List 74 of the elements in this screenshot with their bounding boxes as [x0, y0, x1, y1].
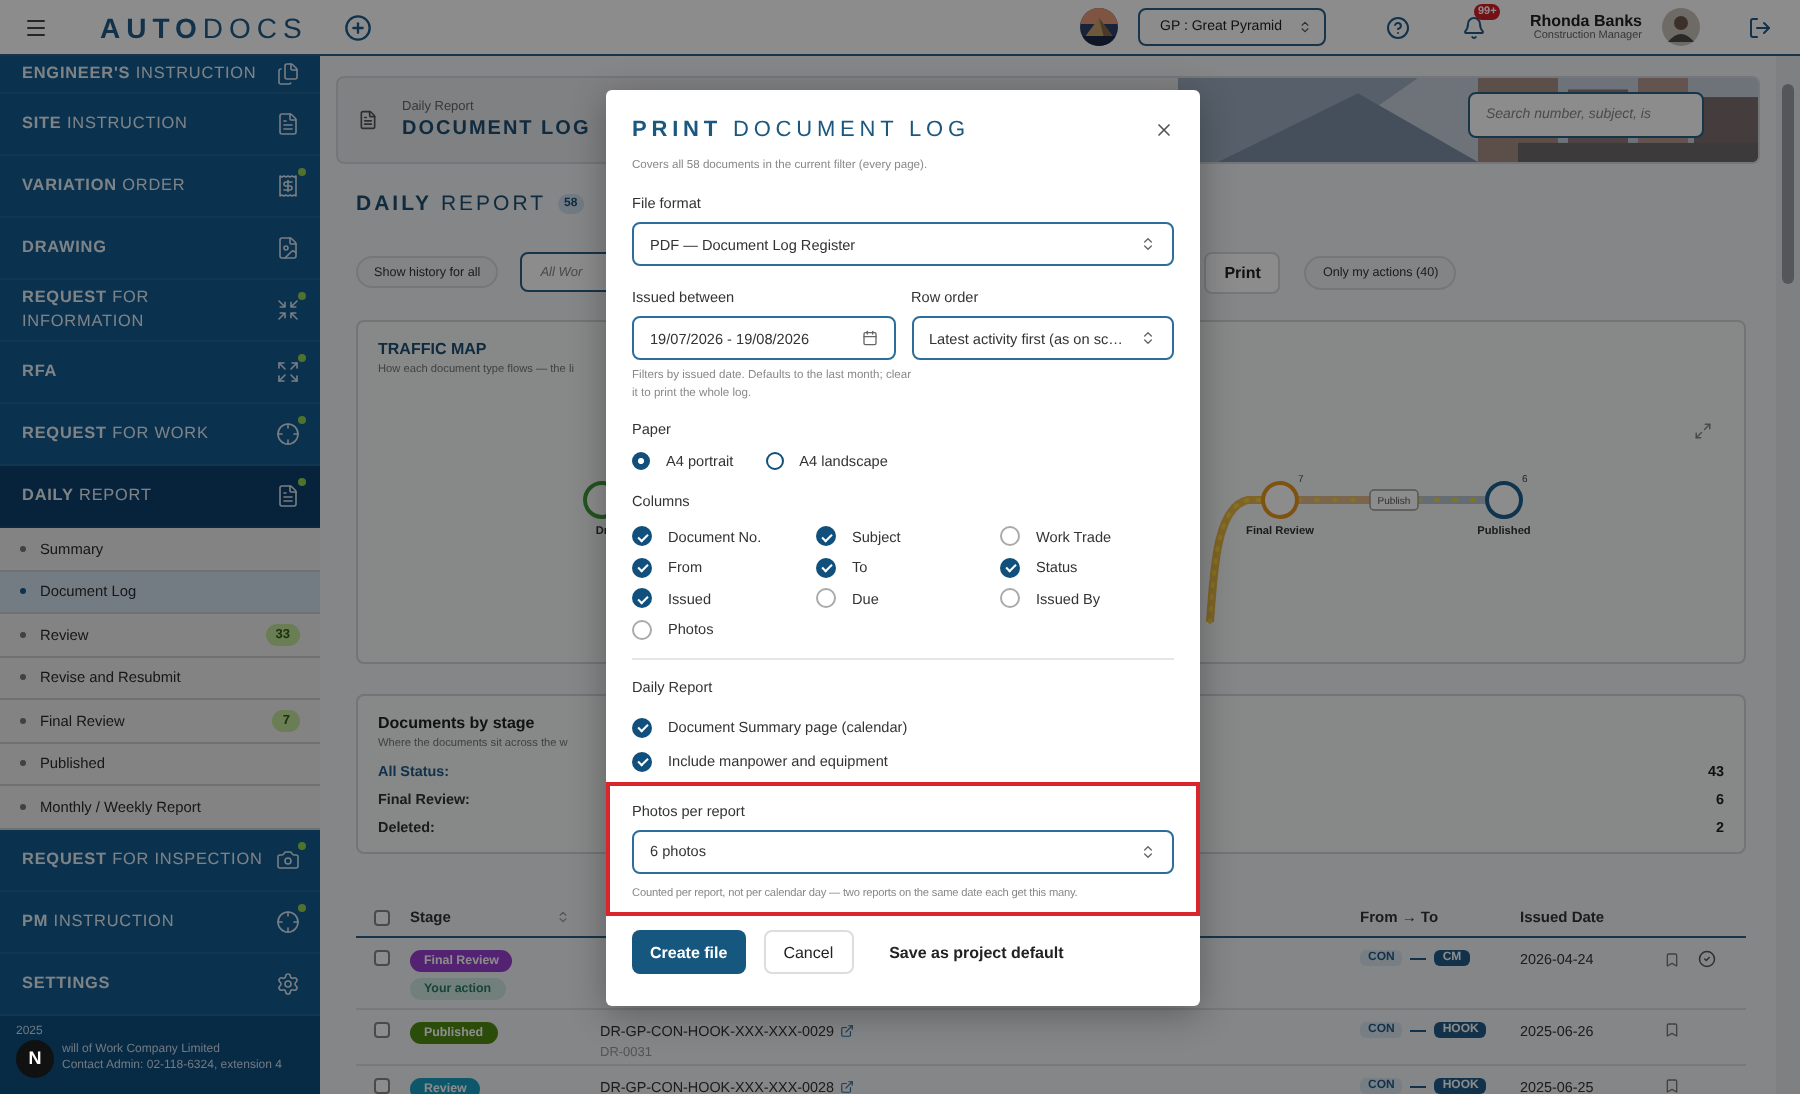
crosshair-icon	[276, 422, 300, 446]
bell-icon[interactable]	[1461, 15, 1486, 39]
page-heading: DOCUMENT LOG	[402, 118, 591, 140]
external-link-icon[interactable]	[840, 1080, 855, 1094]
row-checkbox[interactable]	[374, 950, 390, 966]
save-default-button[interactable]: Save as project default	[871, 930, 1082, 975]
checkbox[interactable]	[816, 526, 836, 547]
checkbox[interactable]	[816, 557, 836, 578]
calendar-icon[interactable]	[861, 330, 877, 346]
chevrons-icon	[1140, 236, 1156, 252]
checkbox[interactable]	[1000, 557, 1020, 578]
sidebar-item[interactable]: ENGINEER'S INSTRUCTION	[0, 56, 320, 94]
radio-button[interactable]	[765, 452, 784, 471]
document-icon	[358, 110, 378, 130]
card-title: Documents by stage	[378, 714, 535, 732]
route-line	[1296, 496, 1372, 504]
user-name: Rhonda Banks	[1529, 12, 1642, 30]
close-icon[interactable]	[1154, 120, 1174, 140]
cancel-button[interactable]: Cancel	[763, 930, 854, 975]
section-title: DAILY REPORT	[356, 192, 547, 216]
select-all-checkbox[interactable]	[374, 909, 390, 925]
check-circle-icon[interactable]	[1698, 950, 1716, 968]
chevrons-icon	[1297, 20, 1312, 34]
row-checkbox[interactable]	[374, 1022, 390, 1038]
checkbox[interactable]	[816, 588, 836, 609]
sidebar-item[interactable]: REQUEST FOR INFORMATION	[0, 280, 320, 342]
checkbox[interactable]	[632, 557, 652, 578]
expand-arrows-icon	[276, 360, 300, 384]
bookmark-icon[interactable]	[1664, 951, 1680, 967]
bookmark-icon[interactable]	[1664, 1022, 1680, 1038]
card-title: TRAFFIC MAP	[378, 340, 487, 358]
checkbox[interactable]	[1000, 526, 1020, 547]
checkbox[interactable]	[1000, 588, 1020, 609]
sidebar-item[interactable]: SITE INSTRUCTION	[0, 94, 320, 156]
crosshair-icon	[276, 909, 300, 933]
sidebar-item[interactable]: PM INSTRUCTION	[0, 891, 320, 953]
create-file-button[interactable]: Create file	[632, 930, 746, 975]
stage-node	[1261, 481, 1299, 519]
radio-button[interactable]	[632, 452, 650, 471]
route-line	[1416, 496, 1488, 504]
expand-icon[interactable]	[1694, 422, 1712, 440]
sidebar-item[interactable]: RFA	[0, 342, 320, 404]
files-icon	[276, 62, 300, 86]
checkbox[interactable]	[632, 526, 652, 547]
menu-icon[interactable]	[24, 15, 48, 39]
checkbox[interactable]	[632, 751, 652, 772]
bookmark-icon[interactable]	[1664, 1078, 1680, 1094]
stage-node	[1485, 481, 1523, 519]
add-icon[interactable]	[343, 13, 372, 41]
chevrons-icon	[1140, 843, 1156, 860]
checkbox[interactable]	[632, 588, 652, 609]
dialog-title: PRINT DOCUMENT LOG	[632, 118, 970, 142]
image-file-icon	[276, 236, 300, 260]
camera-icon	[276, 847, 300, 871]
logout-icon[interactable]	[1748, 15, 1772, 39]
document-icon	[276, 484, 300, 508]
settings-icon	[276, 971, 300, 995]
avatar-icon	[1662, 8, 1700, 46]
checkbox[interactable]	[632, 619, 652, 640]
checkbox[interactable]	[632, 717, 652, 738]
shrink-arrows-icon	[276, 298, 300, 322]
chevrons-icon	[1140, 330, 1156, 346]
receipt-icon	[276, 174, 300, 198]
sidebar-item[interactable]: DAILY REPORT	[0, 466, 320, 528]
help-icon[interactable]	[1385, 15, 1410, 39]
dev-badge[interactable]: N	[16, 1039, 54, 1077]
external-link-icon[interactable]	[840, 1024, 855, 1038]
sidebar-item[interactable]: REQUEST FOR INSPECTION	[0, 829, 320, 891]
print-button[interactable]: Print	[1204, 251, 1281, 293]
row-checkbox[interactable]	[374, 1078, 390, 1094]
sidebar-item[interactable]: VARIATION ORDER	[0, 156, 320, 218]
sidebar-item[interactable]: DRAWING	[0, 218, 320, 280]
logo: AUTO DOCS	[100, 11, 308, 43]
document-icon	[276, 112, 300, 136]
